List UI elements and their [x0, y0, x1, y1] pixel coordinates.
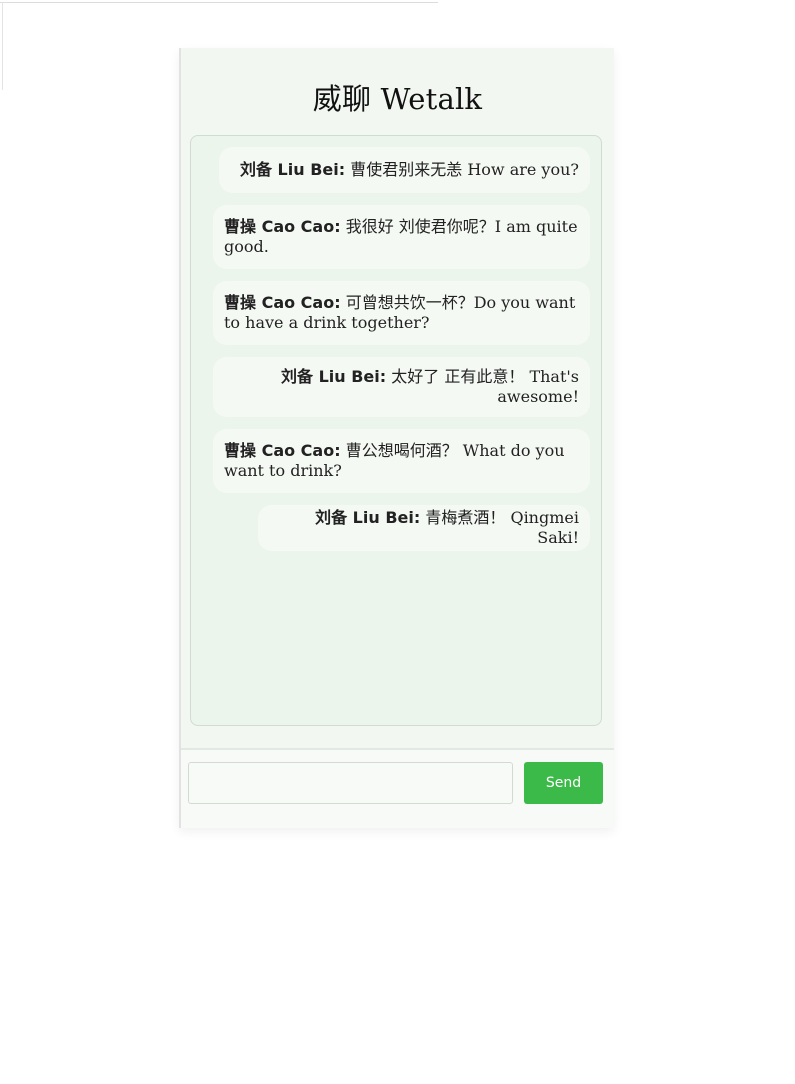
page-corner-line	[0, 2, 438, 3]
page-corner-line	[2, 2, 3, 90]
chat-app-window: 威聊 Wetalk 刘备 Liu Bei: 曹使君别来无恙 How are yo…	[179, 48, 614, 828]
app-title: 威聊 Wetalk	[312, 82, 483, 116]
message-input[interactable]	[188, 762, 513, 804]
message-sender: 曹操 Cao Cao:	[224, 293, 341, 312]
message-bubble: 曹操 Cao Cao: 曹公想喝何酒？ What do you want to …	[213, 429, 590, 493]
composer-bar: Send	[181, 750, 614, 828]
message-bubble: 曹操 Cao Cao: 我很好 刘使君你呢？I am quite good.	[213, 205, 590, 269]
message-bubble: 曹操 Cao Cao: 可曾想共饮一杯？Do you want to have …	[213, 281, 590, 345]
message-sender: 曹操 Cao Cao:	[224, 217, 341, 236]
send-button[interactable]: Send	[524, 762, 603, 804]
message-sender: 刘备 Liu Bei:	[315, 508, 421, 527]
message-bubble: 刘备 Liu Bei: 青梅煮酒！ Qingmei Saki!	[258, 505, 590, 551]
message-sender: 刘备 Liu Bei:	[281, 367, 387, 386]
message-text: 太好了 正有此意！ That's awesome!	[391, 367, 579, 406]
message-text: 曹使君别来无恙 How are you?	[350, 160, 579, 179]
message-text: 青梅煮酒！ Qingmei Saki!	[425, 508, 579, 547]
message-sender: 刘备 Liu Bei:	[239, 160, 346, 179]
message-sender: 曹操 Cao Cao:	[224, 441, 341, 460]
message-bubble: 刘备 Liu Bei: 太好了 正有此意！ That's awesome!	[213, 357, 590, 417]
message-bubble: 刘备 Liu Bei: 曹使君别来无恙 How are you?	[219, 147, 590, 193]
message-list[interactable]: 刘备 Liu Bei: 曹使君别来无恙 How are you? 曹操 Cao …	[190, 135, 602, 726]
